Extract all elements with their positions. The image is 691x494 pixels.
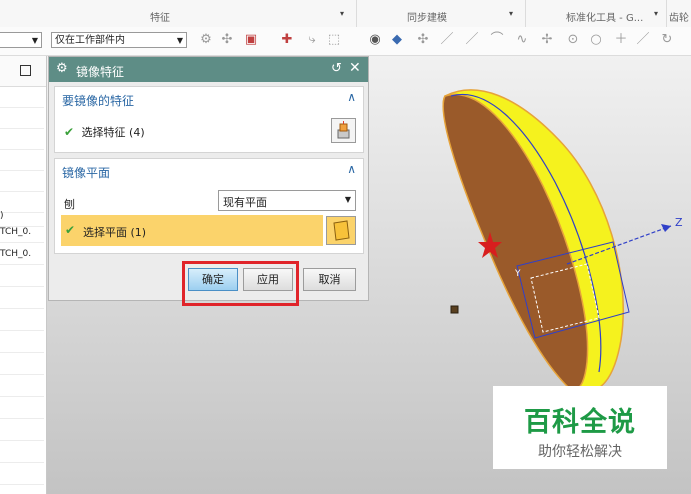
navigator-row[interactable]: TCH_0. (0, 244, 44, 265)
plane-type-label: 刨 (64, 198, 75, 211)
ok-button[interactable]: 确定 (188, 268, 238, 291)
plane-type-value: 现有平面 (223, 196, 267, 209)
feature-icon (337, 121, 350, 139)
watermark-title: 百科全说 (524, 407, 636, 438)
plane-section: 镜像平面 ∧ 刨 现有平面 ▼ ✔ 选择平面 (1) (54, 158, 364, 254)
spline-icon[interactable]: ∿ (515, 33, 529, 47)
navigator-row[interactable] (0, 288, 44, 309)
check-icon: ✔ (64, 125, 75, 139)
curve-icon[interactable]: ⌒ (490, 33, 504, 47)
select-face-icon[interactable]: ✣ (220, 33, 234, 47)
watermark-logo: 百科全说 助你轻松解决 (493, 386, 667, 469)
box-select-icon[interactable]: ⬚ (327, 33, 341, 47)
collapse-icon[interactable]: ∧ (347, 162, 356, 176)
maximize-icon[interactable] (20, 65, 31, 76)
scope-combo[interactable]: 仅在工作部件内 ▼ (51, 32, 187, 48)
ribbon-group-label: 齿轮 (669, 13, 689, 24)
selection-toolbar: ▼ 仅在工作部件内 ▼ ⚙ ✣ ▣ ✚ ⤷ ⬚ ◉ ◆ ✣ ／ ／ ⌒ ∿ ✢ … (0, 27, 691, 56)
select-body-icon[interactable]: ⚙ (199, 33, 213, 47)
filter-icon[interactable]: ⤷ (305, 33, 319, 47)
navigator-row[interactable] (0, 171, 44, 192)
cube-icon[interactable]: ◆ (390, 33, 404, 47)
dialog-title: 镜像特征 (76, 65, 125, 79)
chevron-down-icon[interactable]: ▼ (32, 33, 38, 49)
line-icon[interactable]: ／ (440, 33, 454, 47)
navigator-row[interactable] (0, 464, 44, 485)
select-edge-icon[interactable]: ▣ (244, 33, 258, 47)
navigator-row[interactable] (0, 150, 44, 171)
navigator-row[interactable] (0, 442, 44, 463)
z-axis-label: Z (675, 216, 683, 229)
navigator-header (0, 56, 46, 87)
mirror-feature-dialog: ⚙ 镜像特征 ↺ ✕ 要镜像的特征 ∧ ✔ 选择特征 (4) 镜像平面 ∧ 刨 … (48, 56, 369, 306)
scope-combo-value: 仅在工作部件内 (55, 35, 125, 46)
navigator-row[interactable] (0, 398, 44, 419)
line2-icon[interactable]: ／ (465, 33, 479, 47)
intersect-icon[interactable]: ✢ (540, 33, 554, 47)
circle-center-icon[interactable]: ⊙ (566, 33, 580, 47)
cancel-button[interactable]: 取消 (303, 268, 356, 291)
navigator-row[interactable] (0, 354, 44, 375)
tangent-icon[interactable]: ／ (636, 33, 650, 47)
reset-view-icon[interactable]: ↻ (660, 33, 674, 47)
ribbon-group-label: 标准化工具 - G... (566, 13, 644, 24)
navigator-row-label: TCH_0. (0, 249, 32, 259)
shaded-icon[interactable]: ◉ (368, 33, 382, 47)
select-features-row[interactable]: ✔ 选择特征 (4) (64, 124, 145, 140)
wire-icon[interactable]: ✣ (416, 33, 430, 47)
watermark-subtitle: 助你轻松解决 (538, 444, 622, 460)
ribbon-group-gear[interactable]: 齿轮 (667, 0, 691, 27)
navigator-row-label: ) (0, 211, 4, 221)
navigator-row-label: TCH_0. (0, 227, 32, 237)
chevron-down-icon[interactable]: ▾ (654, 9, 658, 18)
ribbon-group-standard-tools[interactable]: 标准化工具 - G... ▾ (526, 0, 667, 27)
ribbon-group-label: 同步建模 (407, 13, 447, 24)
disk-face (442, 93, 589, 391)
reset-icon[interactable]: ↺ (331, 61, 342, 76)
snap-point-icon[interactable]: ✚ (280, 33, 294, 47)
filter-combo[interactable]: ▼ (0, 32, 42, 48)
navigator-row[interactable] (0, 108, 44, 129)
select-plane-button[interactable] (326, 216, 356, 245)
navigator-row[interactable]: TCH_0. (0, 222, 44, 243)
small-cube (450, 305, 459, 314)
features-section-title: 要镜像的特征 (62, 94, 135, 108)
apply-button[interactable]: 应用 (243, 268, 293, 291)
navigator-row[interactable] (0, 420, 44, 441)
navigator-row[interactable] (0, 332, 44, 353)
navigator-row[interactable] (0, 376, 44, 397)
select-plane-row[interactable]: ✔ 选择平面 (1) (61, 215, 323, 246)
collapse-icon[interactable]: ∧ (347, 90, 356, 104)
chevron-down-icon[interactable]: ▼ (177, 33, 183, 49)
select-feature-button[interactable] (331, 118, 356, 143)
select-plane-label: 选择平面 (1) (83, 226, 147, 239)
gear-icon[interactable]: ⚙ (56, 61, 68, 76)
chevron-down-icon[interactable]: ▾ (340, 9, 344, 18)
dialog-title-bar[interactable]: ⚙ 镜像特征 ↺ ✕ (49, 57, 368, 82)
part-navigator: ) TCH_0. TCH_0. (0, 56, 47, 494)
ribbon-bar: 特征 ▾ 同步建模 ▾ 标准化工具 - G... ▾ 齿轮 (0, 0, 691, 28)
circle-icon[interactable]: ○ (589, 33, 603, 47)
chevron-down-icon[interactable]: ▼ (345, 195, 351, 204)
plane-section-title: 镜像平面 (62, 166, 111, 180)
ribbon-group-feature[interactable]: 特征 ▾ (0, 0, 357, 27)
navigator-row[interactable] (0, 266, 44, 287)
close-icon[interactable]: ✕ (349, 60, 361, 76)
check-icon: ✔ (65, 223, 76, 237)
ribbon-group-sync-modeling[interactable]: 同步建模 ▾ (357, 0, 526, 27)
plane-icon (333, 220, 350, 241)
y-axis-label: Y (514, 269, 521, 279)
z-axis-arrow (661, 224, 671, 232)
navigator-row[interactable] (0, 129, 44, 150)
features-section: 要镜像的特征 ∧ ✔ 选择特征 (4) (54, 86, 364, 153)
chevron-down-icon[interactable]: ▾ (509, 9, 513, 18)
ribbon-group-label: 特征 (150, 13, 170, 24)
plane-type-select[interactable]: 现有平面 ▼ (218, 190, 356, 211)
select-features-label: 选择特征 (4) (81, 126, 145, 139)
navigator-row[interactable] (0, 310, 44, 331)
plus-icon[interactable]: ＋ (614, 33, 628, 47)
navigator-row[interactable] (0, 87, 44, 108)
